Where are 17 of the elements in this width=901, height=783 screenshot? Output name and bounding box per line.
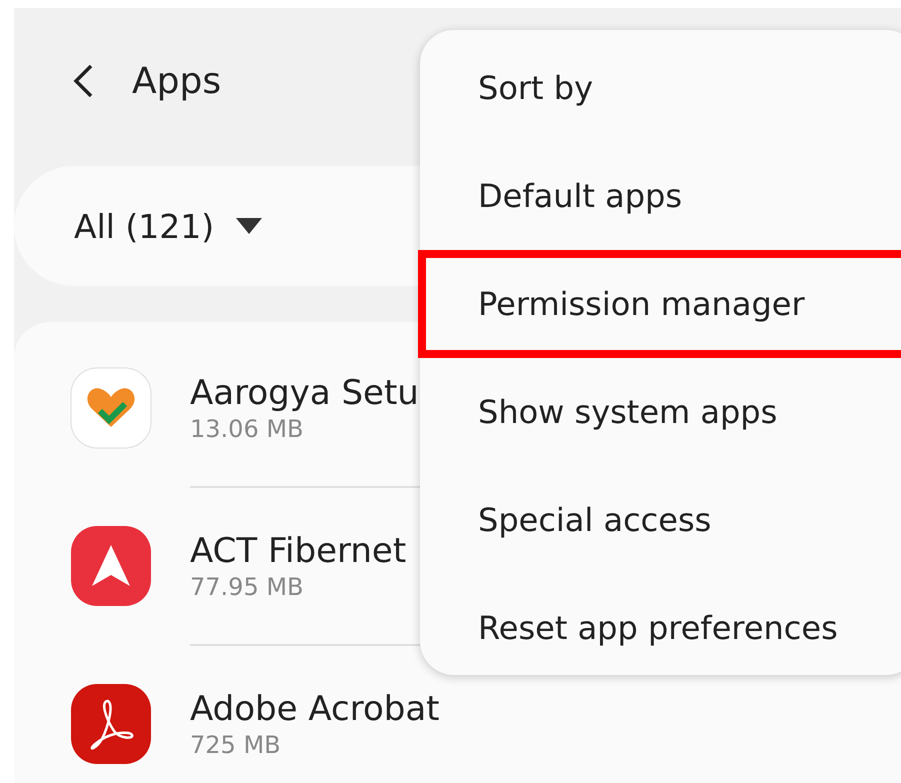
app-name: Aarogya Setu (190, 373, 419, 413)
menu-item[interactable]: Show system apps (418, 358, 901, 466)
app-size: 77.95 MB (190, 573, 305, 601)
acrobat-logo-icon (70, 683, 152, 765)
page-title: Apps (132, 60, 222, 102)
heart-check-icon (70, 367, 152, 449)
menu-item[interactable]: Special access (418, 466, 901, 574)
arrow-logo-icon (70, 525, 152, 607)
menu-item[interactable]: Permission manager (418, 250, 901, 358)
app-name: Adobe Acrobat (190, 689, 440, 729)
app-size: 13.06 MB (190, 415, 305, 443)
menu-item[interactable]: Reset app preferences (418, 574, 901, 682)
menu-item[interactable]: Sort by (418, 34, 901, 142)
app-name: ACT Fibernet (190, 531, 406, 571)
app-size: 725 MB (190, 731, 282, 759)
dropdown-caret-icon (236, 218, 262, 234)
back-icon[interactable] (72, 64, 94, 98)
